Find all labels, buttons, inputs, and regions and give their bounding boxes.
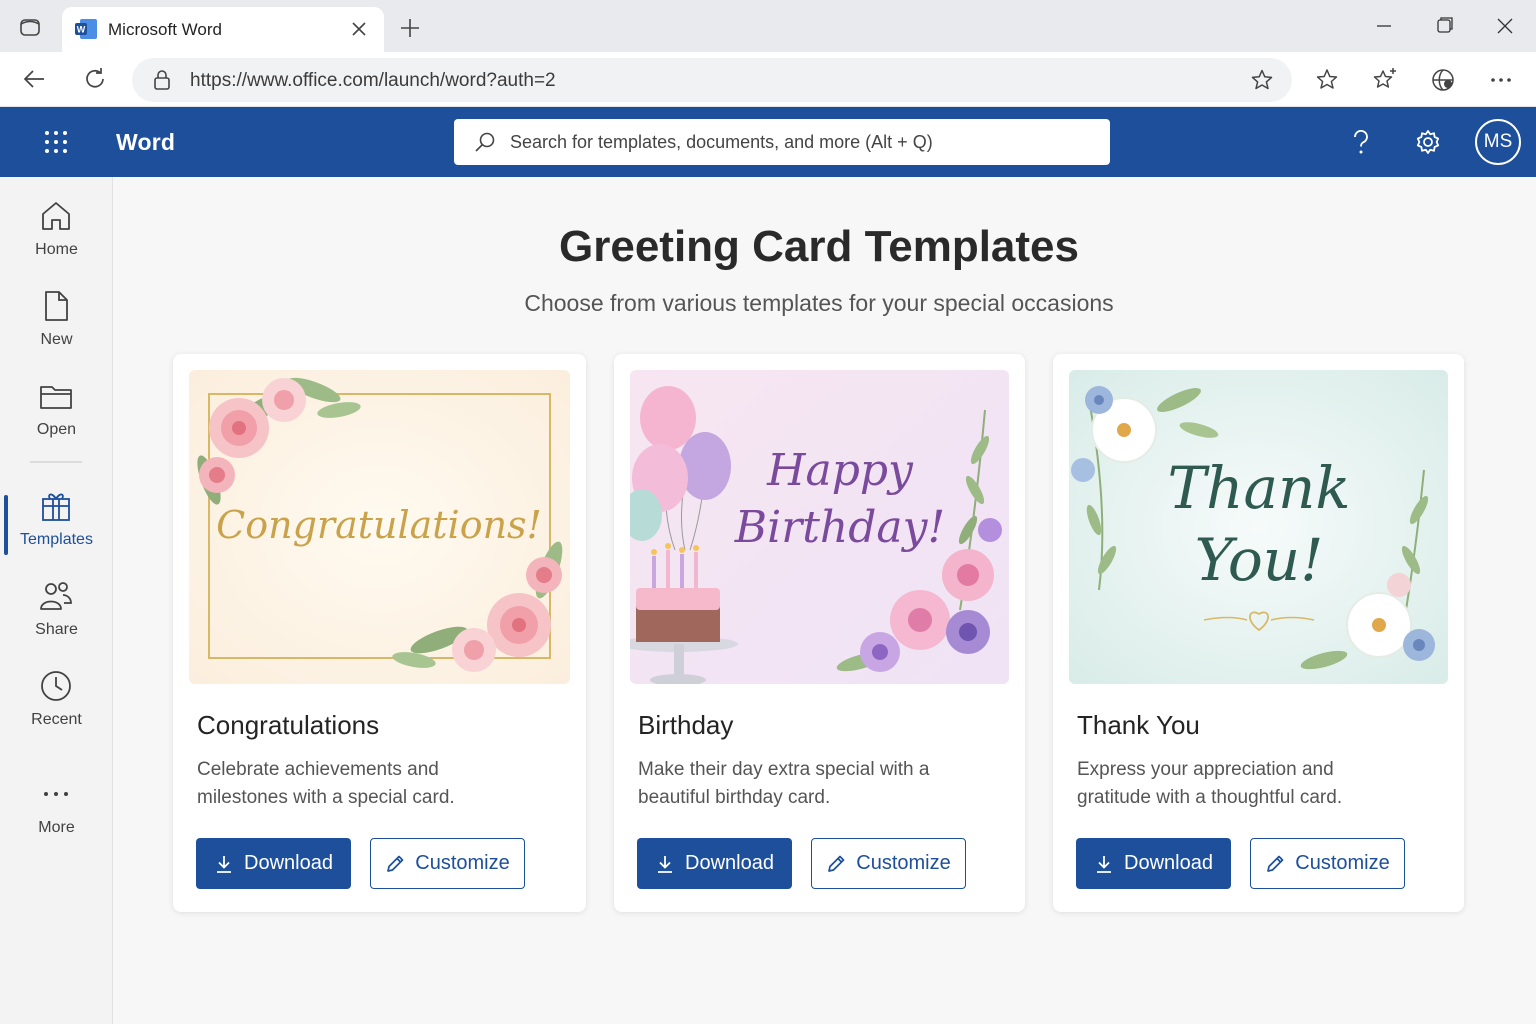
download-button[interactable]: Download	[637, 838, 792, 889]
sidebar-item-label: More	[38, 819, 75, 836]
help-icon[interactable]	[1348, 128, 1374, 156]
download-icon	[658, 855, 673, 873]
close-icon[interactable]	[348, 18, 370, 40]
plus-icon[interactable]	[398, 16, 422, 40]
card-title: Congratulations	[197, 710, 380, 740]
sidebar-item-templates[interactable]: Templates	[0, 485, 113, 565]
download-label: Download	[685, 852, 774, 874]
sidebar-item-label: Recent	[31, 711, 82, 728]
card-description: Celebrate achievements and milestones wi…	[197, 759, 455, 808]
more-icon[interactable]	[1488, 67, 1514, 93]
word-logo-icon: W	[75, 19, 97, 39]
card-description: Express your appreciation and gratitude …	[1077, 759, 1343, 808]
gear-icon[interactable]	[1414, 128, 1442, 156]
customize-label: Customize	[856, 852, 951, 874]
card-preview-image[interactable]: Happy Birthday!	[630, 370, 1009, 684]
download-button[interactable]: Download	[196, 838, 351, 889]
download-icon	[217, 855, 232, 873]
page-subtitle: Choose from various templates for your s…	[524, 290, 1114, 316]
home-icon	[42, 202, 70, 230]
pencil-icon	[1267, 855, 1284, 872]
card-title: Birthday	[638, 710, 734, 740]
url-field[interactable]: https://www.office.com/launch/word?auth=…	[132, 58, 1292, 102]
star-icon[interactable]	[1250, 68, 1274, 92]
customize-button[interactable]: Customize	[370, 838, 525, 889]
search-box[interactable]	[454, 119, 1110, 165]
card-art-text-2: You!	[1195, 526, 1324, 594]
refresh-icon[interactable]	[82, 66, 108, 92]
search-icon	[475, 132, 495, 152]
download-label: Download	[244, 852, 333, 874]
download-label: Download	[1124, 852, 1213, 874]
sidebar-item-share[interactable]: Share	[0, 575, 113, 655]
template-card-birthday[interactable]: Happy Birthday! Birthday Make their day …	[614, 354, 1025, 912]
card-preview-image[interactable]: Thank You!	[1069, 370, 1448, 684]
waffle-icon[interactable]	[44, 130, 68, 154]
lock-icon[interactable]	[152, 69, 172, 91]
template-card-congratulations[interactable]: Congratulations! Congratulations Celebra…	[173, 354, 586, 912]
sidebar-item-label: Share	[35, 621, 78, 638]
card-title: Thank You	[1077, 710, 1200, 740]
card-description: Make their day extra special with a beau…	[638, 759, 930, 808]
sidebar-item-more[interactable]: More	[0, 773, 113, 853]
address-bar-row: https://www.office.com/launch/word?auth=…	[0, 52, 1536, 107]
customize-label: Customize	[1295, 852, 1390, 874]
sidebar-item-label: Home	[35, 241, 78, 258]
window-icon[interactable]	[18, 16, 42, 38]
download-button[interactable]: Download	[1076, 838, 1231, 889]
sidebar-item-label: Open	[36, 421, 77, 438]
copilot-icon[interactable]	[1430, 67, 1456, 93]
favorites-icon[interactable]	[1372, 67, 1398, 93]
customize-label: Customize	[415, 852, 510, 874]
search-input[interactable]	[510, 125, 1090, 159]
template-card-thank-you[interactable]: Thank You! Thank You Express your apprec…	[1053, 354, 1464, 912]
close-window-icon[interactable]	[1493, 14, 1517, 38]
recent-icon	[41, 671, 71, 701]
extensions-icon[interactable]	[1314, 67, 1340, 93]
sidebar-item-label: Templates	[20, 531, 93, 548]
sidebar-item-new[interactable]: New	[0, 285, 113, 365]
share-icon	[40, 582, 72, 610]
url-text[interactable]: https://www.office.com/launch/word?auth=…	[190, 70, 556, 92]
minimize-icon[interactable]	[1372, 14, 1396, 38]
back-icon[interactable]	[22, 66, 48, 92]
svg-text:W: W	[77, 25, 86, 35]
more-dots-icon	[44, 792, 68, 796]
folder-icon	[40, 386, 72, 409]
card-preview-image[interactable]: Congratulations!	[189, 370, 570, 684]
card-art-text-1: Happy	[766, 445, 914, 496]
customize-button[interactable]: Customize	[1250, 838, 1405, 889]
customize-button[interactable]: Customize	[811, 838, 966, 889]
maximize-icon[interactable]	[1432, 14, 1456, 38]
browser-tab-bar: W Microsoft Word	[0, 0, 1536, 53]
sidebar-item-recent[interactable]: Recent	[0, 665, 113, 745]
avatar[interactable]: MS	[1475, 119, 1521, 165]
tab-title: Microsoft Word	[108, 20, 222, 39]
app-header: Word MS	[0, 107, 1536, 177]
new-doc-icon	[45, 291, 68, 321]
card-art-text-1: Thank	[1167, 454, 1350, 522]
sidebar-item-home[interactable]: Home	[0, 195, 113, 275]
app-name[interactable]: Word	[116, 129, 175, 156]
card-art-text: Congratulations!	[216, 503, 542, 547]
sidebar-item-open[interactable]: Open	[0, 375, 113, 455]
sidebar-item-label: New	[40, 331, 73, 348]
sidebar: Home New Open Templates Share Recent Mor…	[0, 177, 113, 1024]
sidebar-divider	[30, 461, 82, 463]
pencil-icon	[828, 855, 845, 872]
page-title: Greeting Card Templates	[559, 222, 1079, 271]
templates-icon	[42, 493, 70, 521]
download-icon	[1097, 855, 1112, 873]
browser-tab-word[interactable]: W Microsoft Word	[62, 7, 384, 53]
card-art-text-2: Birthday!	[734, 502, 945, 553]
pencil-icon	[387, 855, 404, 872]
